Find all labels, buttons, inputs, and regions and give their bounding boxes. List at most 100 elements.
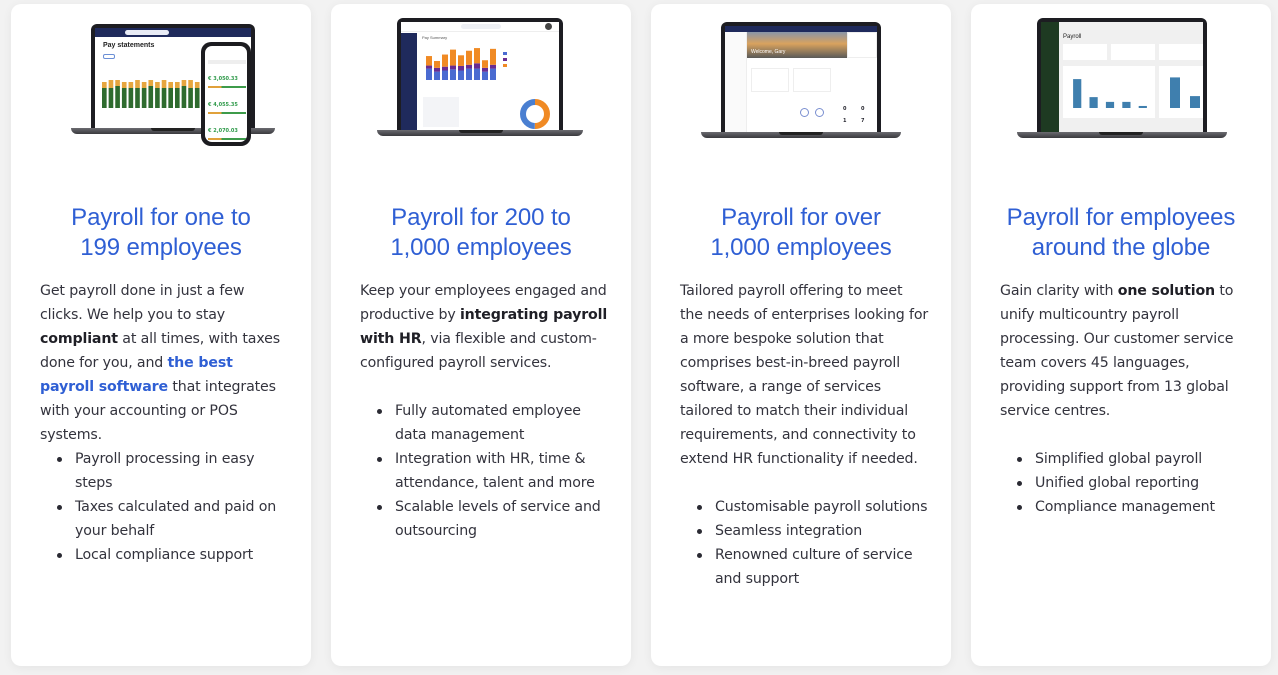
progress-1 (208, 86, 246, 88)
bar (1138, 105, 1147, 108)
laptop-screen: Welcome, Gary 0 0 1 7 (721, 22, 881, 132)
feature-item: Fully automated employee data management (360, 399, 609, 447)
phone-header (208, 60, 246, 64)
bar-segment-tax (175, 82, 180, 88)
card-global: Payroll Payroll for employees around the… (971, 4, 1271, 666)
bar-segment-net (188, 88, 193, 108)
title-line-2: 1,000 employees (390, 234, 572, 261)
bar-segment-employee (442, 70, 448, 80)
feature-item: Local compliance support (40, 543, 289, 567)
pay-tile-1 (751, 68, 789, 92)
hero-laptop-illustration: Welcome, Gary 0 0 1 7 (651, 4, 951, 164)
bar-segment-net (102, 88, 107, 108)
bar-segment-net (155, 88, 160, 108)
kpi-tile-2 (1111, 44, 1155, 60)
bar-segment-employee (474, 68, 480, 80)
laptop-notch (1099, 132, 1143, 135)
count-4: 7 (861, 118, 865, 124)
sidebar (725, 32, 747, 132)
bar-segment-tax (194, 82, 200, 88)
count-3: 1 (843, 118, 847, 124)
card-description: Get payroll done in just a few clicks. W… (40, 279, 289, 447)
title-line-1: Payroll for 200 to (391, 204, 571, 231)
bar-segment-tax (148, 80, 154, 86)
bar-segment-tax (168, 82, 173, 88)
search-bar (461, 24, 501, 29)
feature-item: Seamless integration (680, 519, 929, 543)
bar-segment-employer (442, 66, 448, 71)
phone-amount-3: € 2,070.03 (208, 128, 238, 134)
hero-laptop-illustration: Pay Summary (331, 4, 631, 164)
filter-chip (103, 54, 115, 59)
laptop-screen: Pay Summary (397, 18, 563, 130)
pay-summary-bar-chart (426, 48, 496, 80)
bar-segment-tax (128, 82, 134, 88)
country-bar-chart (1073, 79, 1147, 108)
bar-segment-net (121, 88, 127, 108)
title-line-2: around the globe (1031, 234, 1211, 261)
bar-segment-employee (458, 70, 464, 80)
progress-3 (208, 138, 246, 140)
ring-2 (815, 108, 824, 117)
bar-segment-net (128, 88, 134, 108)
feature-item: Customisable payroll solutions (680, 495, 929, 519)
bar-segment-employer (466, 64, 472, 69)
bar-segment-tax (188, 80, 193, 88)
bar-segment-netpay (442, 54, 448, 67)
desc-text: Gain clarity with (1000, 283, 1118, 299)
card-title: Payroll for over 1,000 employees (665, 203, 937, 263)
legend-swatch-purple (503, 58, 507, 61)
card-small-business: Pay statements € 3,050.33 € 4,055.35 € 2… (11, 4, 311, 666)
desc-bold: one solution (1117, 283, 1215, 299)
phone-amount-2: € 4,055.35 (208, 102, 238, 108)
bar-segment-net (141, 88, 147, 108)
bar-segment-net (168, 88, 173, 108)
kpi-tile-1 (1063, 44, 1107, 60)
pay-history-panel (423, 97, 459, 127)
welcome-text: Welcome, Gary (751, 49, 786, 55)
bar (1105, 101, 1115, 108)
card-description: Gain clarity with one solution to unify … (1000, 279, 1249, 423)
sidebar (401, 33, 417, 130)
card-description: Keep your employees engaged and producti… (360, 279, 609, 375)
app-header-bar (95, 28, 251, 37)
feature-list: Fully automated employee data management… (360, 399, 609, 543)
bar-segment-netpay (450, 49, 456, 66)
feature-list: Customisable payroll solutions Seamless … (680, 495, 929, 591)
card-title: Payroll for one to 199 employees (25, 203, 297, 263)
progress-2 (208, 112, 246, 114)
bar-segment-employer (474, 63, 480, 69)
laptop-screen: Payroll (1037, 18, 1207, 132)
card-title: Payroll for employees around the globe (985, 203, 1257, 263)
phone-mockup: € 3,050.33 € 4,055.35 € 2,070.03 (201, 42, 251, 146)
bar-segment-net (115, 86, 120, 108)
bar-segment-tax (181, 80, 187, 86)
ring-1 (800, 108, 809, 117)
kpi-tile-3 (1159, 44, 1203, 60)
bar-segment-netpay (458, 55, 464, 66)
desc-text: Get payroll done in just a few clicks. W… (40, 283, 245, 323)
bar-segment-netpay (482, 60, 488, 68)
title-line-1: Payroll for one to (71, 204, 251, 231)
bar-segment-tax (102, 82, 107, 88)
bar (1190, 96, 1200, 108)
card-mid-size: Pay Summary Payroll for 200 to 1,000 emp… (331, 4, 631, 666)
screen-title: Pay Summary (422, 35, 448, 40)
card-enterprise: Welcome, Gary 0 0 1 7 Payroll for over 1… (651, 4, 951, 666)
bar-segment-net (194, 88, 200, 108)
bar-segment-netpay (426, 56, 432, 66)
feature-item: Renowned culture of service and support (680, 543, 929, 591)
bar-segment-net (148, 86, 154, 108)
feature-item: Simplified global payroll (1000, 447, 1249, 471)
bar-segment-employer (490, 64, 496, 69)
bar-segment-employee (482, 71, 488, 80)
title-line-1: Payroll for over (721, 204, 881, 231)
laptop-notch (151, 128, 195, 131)
card-description: Tailored payroll offering to meet the ne… (680, 279, 929, 471)
bar-segment-net (108, 88, 114, 108)
payroll-offerings: Pay statements € 3,050.33 € 4,055.35 € 2… (11, 4, 1271, 666)
avatar (545, 23, 552, 30)
bar-segment-tax (155, 82, 160, 88)
feature-item: Taxes calculated and paid on your behalf (40, 495, 289, 543)
legend-swatch-blue (503, 52, 507, 55)
